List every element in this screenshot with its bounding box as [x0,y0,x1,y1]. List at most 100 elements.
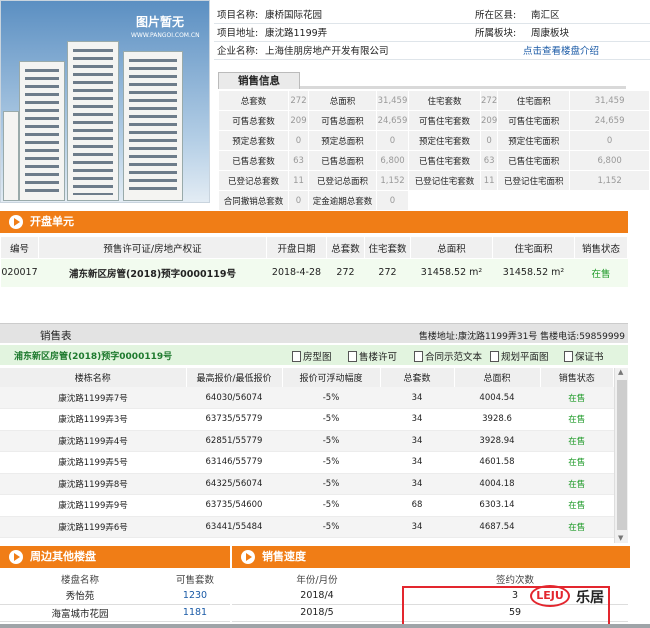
building-name[interactable]: 康沈路1199弄9号 [0,494,186,517]
nearby-name[interactable]: 海富城市花园 [0,604,160,622]
col-header: 销售状态 [574,236,628,259]
nearby-name[interactable]: 秀怡苑 [0,587,160,605]
stat-label: 已售住宅套数 [408,150,481,171]
list-item[interactable]: 海富城市花园 1181 [0,604,230,622]
table-row[interactable]: 康沈路1199弄5号 63146/55779 -5% 34 4601.58 在售 [0,451,614,474]
kaipan-title: 开盘单元 [30,215,74,228]
table-row[interactable]: 康沈路1199弄7号 64030/56074 -5% 34 4004.54 在售 [0,387,614,409]
col-header: 总面积 [454,368,541,387]
project-address: 康沈路1199弄 [262,23,472,42]
col-header: 总面积 [410,236,493,259]
play-circle-icon [9,550,23,564]
stat-label: 可售总套数 [218,110,289,131]
nearby-header: 周边其他楼盘 [0,546,230,568]
document-icon [490,351,499,362]
unit-id: 020017 [0,258,39,287]
float-range: -5% [282,408,380,431]
stat-label: 合同撤销总套数 [218,190,289,211]
permit-link[interactable]: 浦东新区房管(2018)预字0000119号 [38,258,267,287]
kaipan-table: 编号 预售许可证/房地产权证 开盘日期 总套数 住宅套数 总面积 住宅面积 销售… [0,236,628,287]
building-name[interactable]: 康沈路1199弄6号 [0,516,186,538]
stat-label: 已登记总面积 [308,170,377,191]
sales-speed-panel: 销售速度 年份/月份 签约次数 2018/4 3 2018/5 59 [232,546,630,622]
permit-number[interactable]: 浦东新区房管(2018)预字0000119号 [14,349,172,362]
label-district: 所在区县: [472,5,528,24]
period: 2018/4 [232,587,402,605]
table-row[interactable]: 康沈路1199弄9号 63735/54600 -5% 68 6303.14 在售 [0,494,614,517]
permit-toolbar: 浦东新区房管(2018)预字0000119号 房型图 售楼许可 合同示范文本 规… [0,345,628,365]
unit-count: 34 [380,451,454,474]
stat-label: 总套数 [218,90,289,111]
price-range: 63441/55484 [186,516,282,538]
building-name[interactable]: 康沈路1199弄8号 [0,473,186,495]
scrollbar-thumb[interactable] [617,380,627,530]
image-watermark: WWW.PANGOI.COM.CN [131,32,200,39]
col-header: 预售许可证/房地产权证 [38,236,267,259]
scroll-down-icon[interactable]: ▼ [618,534,623,542]
stat-label: 预定总面积 [308,130,377,151]
project-info-table: 项目名称: 康桥国际花园 所在区县: 南汇区 项目地址: 康沈路1199弄 所属… [214,5,650,60]
area: 4601.58 [454,451,540,474]
status: 在售 [540,494,614,517]
sales-table-title: 销售表 [40,330,72,342]
stat-value: 272 [479,90,499,111]
sales-permit-button[interactable]: 售楼许可 [348,349,397,363]
tab-bar-divider [300,86,626,89]
play-circle-icon [241,550,255,564]
site-plan-button[interactable]: 规划平面图 [490,349,549,363]
list-item[interactable]: 秀怡苑 1230 [0,587,230,605]
table-row[interactable]: 康沈路1199弄3号 63735/55779 -5% 34 3928.6 在售 [0,408,614,431]
stat-value: 1,152 [376,170,409,191]
col-header: 楼盘名称 [0,570,160,587]
table-row[interactable]: 康沈路1199弄6号 63441/55484 -5% 34 4687.54 在售 [0,516,614,538]
status: 在售 [540,473,614,495]
play-circle-icon [9,215,23,229]
stat-value: 6,800 [376,150,409,171]
stat-label: 预定住宅套数 [408,130,481,151]
stat-value: 0 [479,130,499,151]
float-range: -5% [282,494,380,517]
stat-value: 31,459 [569,90,650,111]
label-block: 所属板块: [472,23,528,42]
nearby-panel: 周边其他楼盘 楼盘名称 可售套数 秀怡苑 1230 海富城市花园 1181 [0,546,230,622]
unit-count: 34 [380,516,454,538]
table-row: 020017 浦东新区房管(2018)预字0000119号 2018-4-28 … [0,258,628,287]
nearby-count: 1230 [160,587,230,605]
document-icon [292,351,301,362]
tab-sales-info[interactable]: 销售信息 [218,72,300,89]
area: 6303.14 [454,494,540,517]
contract-template-button[interactable]: 合同示范文本 [414,349,482,363]
scroll-up-icon[interactable]: ▲ [618,368,623,376]
guarantee-button[interactable]: 保证书 [564,349,604,363]
period: 2018/5 [232,604,402,622]
stat-value: 63 [479,150,499,171]
block: 周康板块 [528,23,650,42]
table-row[interactable]: 康沈路1199弄8号 64325/56074 -5% 34 4004.18 在售 [0,473,614,495]
table-scrollbar[interactable]: ▲ ▼ [614,368,628,543]
document-icon [348,351,357,362]
stat-label: 可售住宅面积 [497,110,571,131]
table-row[interactable]: 康沈路1199弄4号 62851/55779 -5% 34 3928.94 在售 [0,430,614,452]
building-name[interactable]: 康沈路1199弄5号 [0,451,186,474]
floor-plan-button[interactable]: 房型图 [292,349,332,363]
stat-label: 住宅面积 [497,90,571,111]
area: 3928.6 [454,408,540,431]
residential-area: 31458.52 m² [492,258,575,287]
stat-value: 209 [479,110,499,131]
company-name: 上海佳朋房地产开发有限公司 [262,41,472,60]
stat-value: 24,659 [376,110,409,131]
building-name[interactable]: 康沈路1199弄4号 [0,430,186,452]
stat-label: 已登记住宅套数 [408,170,481,191]
total-area: 31458.52 m² [410,258,493,287]
stat-value: 0 [569,130,650,151]
stat-label: 定金逾期总套数 [308,190,377,211]
view-intro-link[interactable]: 点击查看楼盘介绍 [523,46,599,57]
stat-label: 预定总套数 [218,130,289,151]
stat-label: 可售总面积 [308,110,377,131]
document-icon [564,351,573,362]
price-range: 62851/55779 [186,430,282,452]
unit-count: 34 [380,473,454,495]
document-icon [414,351,423,362]
building-name[interactable]: 康沈路1199弄3号 [0,408,186,431]
building-name[interactable]: 康沈路1199弄7号 [0,387,186,409]
